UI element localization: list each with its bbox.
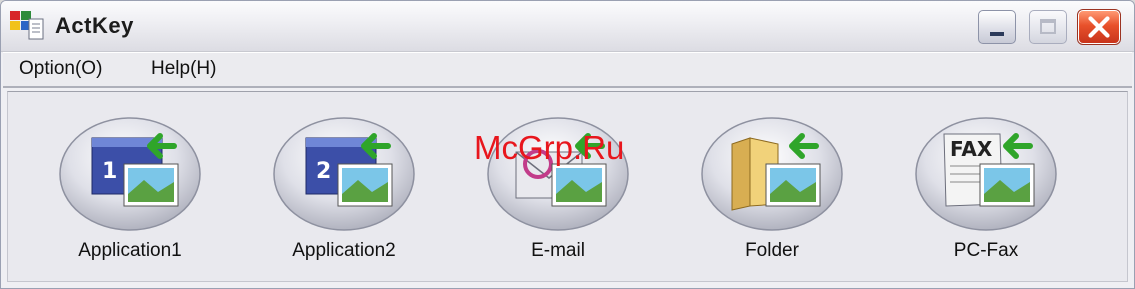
folder-label: Folder	[745, 240, 799, 261]
pc-fax-button[interactable]: FAX PC-Fax	[886, 110, 1086, 270]
folder-scan-icon	[701, 117, 843, 231]
pc-fax-label: PC-Fax	[953, 240, 1019, 261]
application1-label: Application1	[78, 240, 182, 261]
folder-button[interactable]: Folder	[672, 110, 872, 270]
minimize-icon	[990, 32, 1004, 36]
title-bar[interactable]: ActKey	[1, 1, 1134, 52]
application1-scan-icon: 1	[59, 117, 201, 231]
watermark: McGrp.Ru	[474, 129, 625, 166]
menu-bar: Option(O) Help(H)	[3, 52, 1132, 88]
badge-2: 2	[316, 159, 331, 184]
close-button[interactable]	[1077, 9, 1121, 45]
application2-scan-icon: 2	[273, 117, 415, 231]
actkey-window: ActKey Option(O) Help(H) 1 Application1 …	[0, 0, 1135, 289]
pc-fax-scan-icon: FAX	[915, 117, 1057, 231]
maximize-icon	[1040, 19, 1056, 34]
scan-targets-panel: 1 Application1 2 Application2 E-mail Fol…	[7, 91, 1128, 282]
minimize-button[interactable]	[978, 10, 1016, 44]
menu-help[interactable]: Help(H)	[151, 58, 216, 80]
badge-1: 1	[102, 159, 117, 184]
application1-button[interactable]: 1 Application1	[30, 110, 230, 270]
actkey-app-icon	[10, 11, 44, 40]
application2-button[interactable]: 2 Application2	[244, 110, 444, 270]
menu-option[interactable]: Option(O)	[19, 58, 102, 80]
fax-badge: FAX	[950, 137, 993, 161]
close-icon	[1088, 16, 1110, 38]
email-label: E-mail	[531, 240, 585, 261]
window-title: ActKey	[55, 13, 134, 38]
maximize-button[interactable]	[1029, 10, 1067, 44]
application2-label: Application2	[292, 240, 396, 261]
